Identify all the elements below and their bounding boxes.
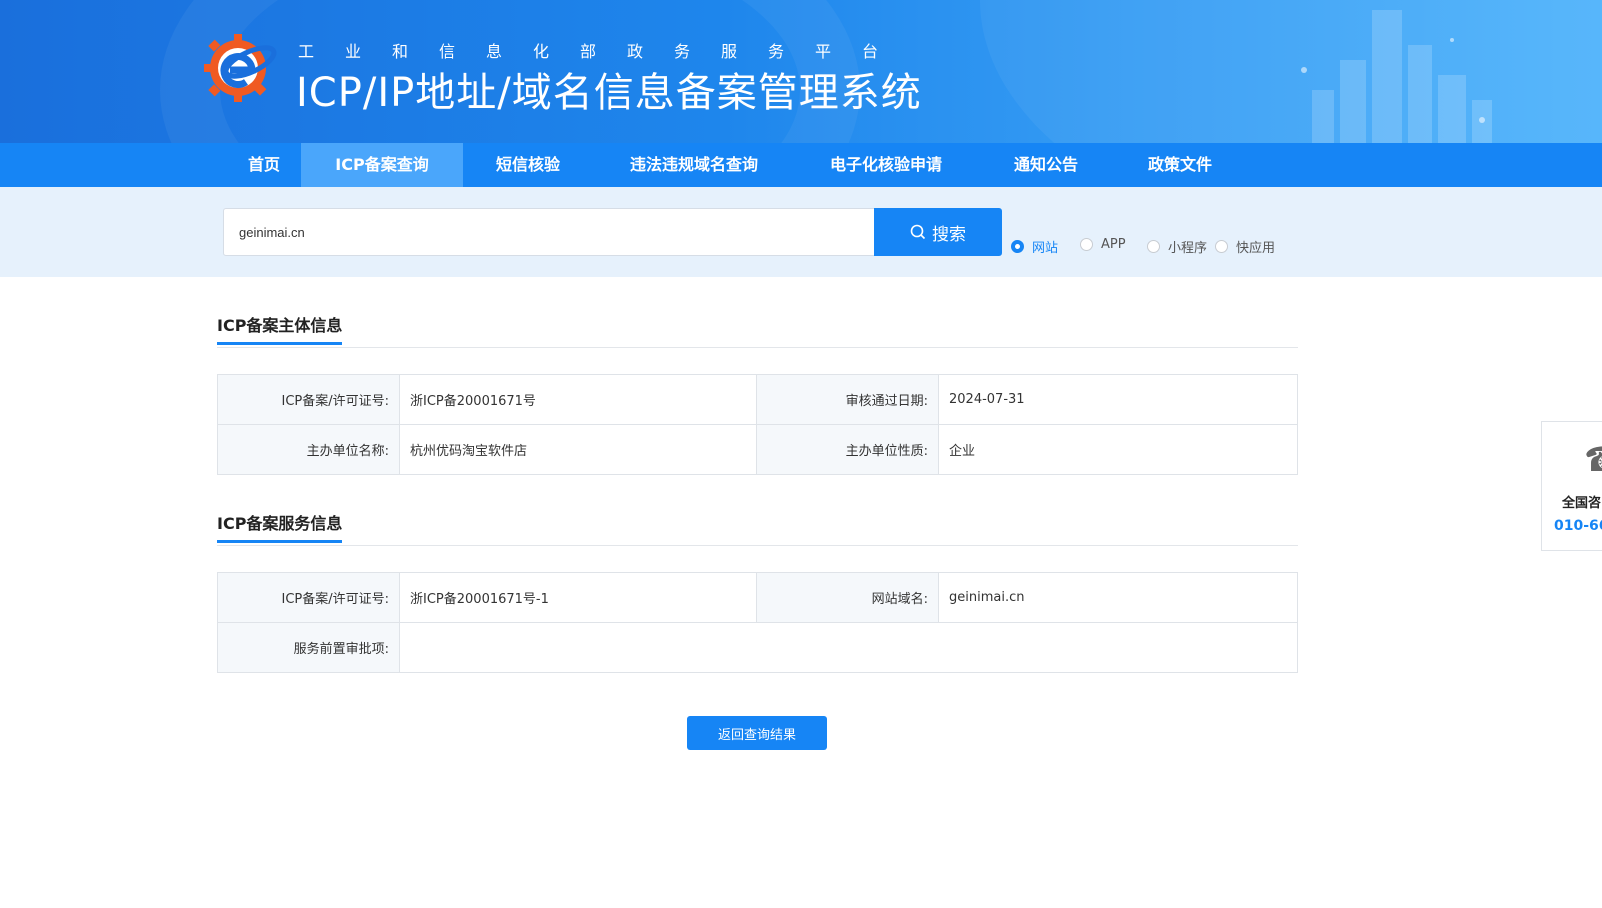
table-value: 浙ICP备20001671号-1 — [399, 572, 757, 623]
radio-dot — [1080, 238, 1093, 251]
table-row: ICP备案/许可证号: 浙ICP备20001671号 审核通过日期: 2024-… — [217, 374, 1298, 425]
search-button-label: 搜索 — [932, 224, 966, 244]
table-value: 企业 — [938, 424, 1298, 475]
nav-item-notices[interactable]: 通知公告 — [996, 143, 1096, 187]
radio-website[interactable]: 网站 — [1011, 237, 1058, 256]
radio-label: 网站 — [1032, 241, 1059, 256]
service-info-table: ICP备案/许可证号: 浙ICP备20001671号-1 网站域名: geini… — [217, 572, 1298, 673]
search-input[interactable] — [223, 208, 874, 256]
subject-info-table: ICP备案/许可证号: 浙ICP备20001671号 审核通过日期: 2024-… — [217, 374, 1298, 475]
section-divider — [217, 347, 1298, 348]
radio-dot — [1215, 240, 1228, 253]
consultation-phone: 010-66 — [1554, 518, 1602, 534]
radio-dot — [1011, 240, 1024, 253]
nav-item-icp-query[interactable]: ICP备案查询 — [301, 143, 463, 187]
search-button[interactable]: 搜索 — [874, 208, 1002, 256]
table-label: 审核通过日期: — [756, 374, 939, 425]
nav-item-policy-files[interactable]: 政策文件 — [1130, 143, 1230, 187]
main-nav: 首页 ICP备案查询 短信核验 违法违规域名查询 电子化核验申请 通知公告 政策… — [0, 143, 1602, 187]
table-label: ICP备案/许可证号: — [217, 374, 400, 425]
radio-app[interactable]: APP — [1080, 237, 1126, 252]
search-icon — [910, 224, 926, 240]
radio-label: APP — [1101, 237, 1126, 252]
city-skyline-illustration — [1301, 10, 1492, 143]
nav-item-home[interactable]: 首页 — [228, 143, 300, 187]
table-row: 主办单位名称: 杭州优码淘宝软件店 主办单位性质: 企业 — [217, 424, 1298, 475]
section-title-subject: ICP备案主体信息 — [217, 312, 343, 345]
table-label: 网站域名: — [756, 572, 939, 623]
section-divider — [217, 545, 1298, 546]
consultation-label: 全国咨 — [1562, 496, 1602, 511]
table-row: 服务前置审批项: — [217, 622, 1298, 673]
table-value: 浙ICP备20001671号 — [399, 374, 757, 425]
table-value: 2024-07-31 — [938, 374, 1298, 425]
table-value: geinimai.cn — [938, 572, 1298, 623]
radio-label: 小程序 — [1168, 241, 1208, 256]
miit-logo-icon — [204, 34, 277, 102]
table-label: 主办单位名称: — [217, 424, 400, 475]
radio-label: 快应用 — [1236, 241, 1276, 256]
nav-item-e-verify-apply[interactable]: 电子化核验申请 — [816, 143, 956, 187]
table-label: 服务前置审批项: — [217, 622, 400, 673]
radio-quick-app[interactable]: 快应用 — [1215, 237, 1275, 256]
consultation-widget[interactable]: ☎ 全国咨 010-66 — [1541, 421, 1602, 551]
radio-dot — [1147, 240, 1160, 253]
table-row: ICP备案/许可证号: 浙ICP备20001671号-1 网站域名: geini… — [217, 572, 1298, 623]
table-value — [399, 622, 1298, 673]
page-title: ICP/IP地址/域名信息备案管理系统 — [296, 70, 922, 116]
header-banner: 工业和信息化部政务服务平台 ICP/IP地址/域名信息备案管理系统 — [0, 0, 1602, 143]
phone-icon: ☎ — [1584, 440, 1602, 480]
back-to-results-button[interactable]: 返回查询结果 — [687, 716, 827, 750]
table-label: 主办单位性质: — [756, 424, 939, 475]
table-label: ICP备案/许可证号: — [217, 572, 400, 623]
table-value: 杭州优码淘宝软件店 — [399, 424, 757, 475]
header-subtitle: 工业和信息化部政务服务平台 — [298, 42, 910, 61]
nav-item-illegal-domain-query[interactable]: 违法违规域名查询 — [614, 143, 774, 187]
radio-mini-program[interactable]: 小程序 — [1147, 237, 1207, 256]
section-title-service: ICP备案服务信息 — [217, 510, 343, 543]
nav-item-sms-verify[interactable]: 短信核验 — [478, 143, 578, 187]
search-band: 搜索 网站 APP 小程序 快应用 — [0, 187, 1602, 277]
